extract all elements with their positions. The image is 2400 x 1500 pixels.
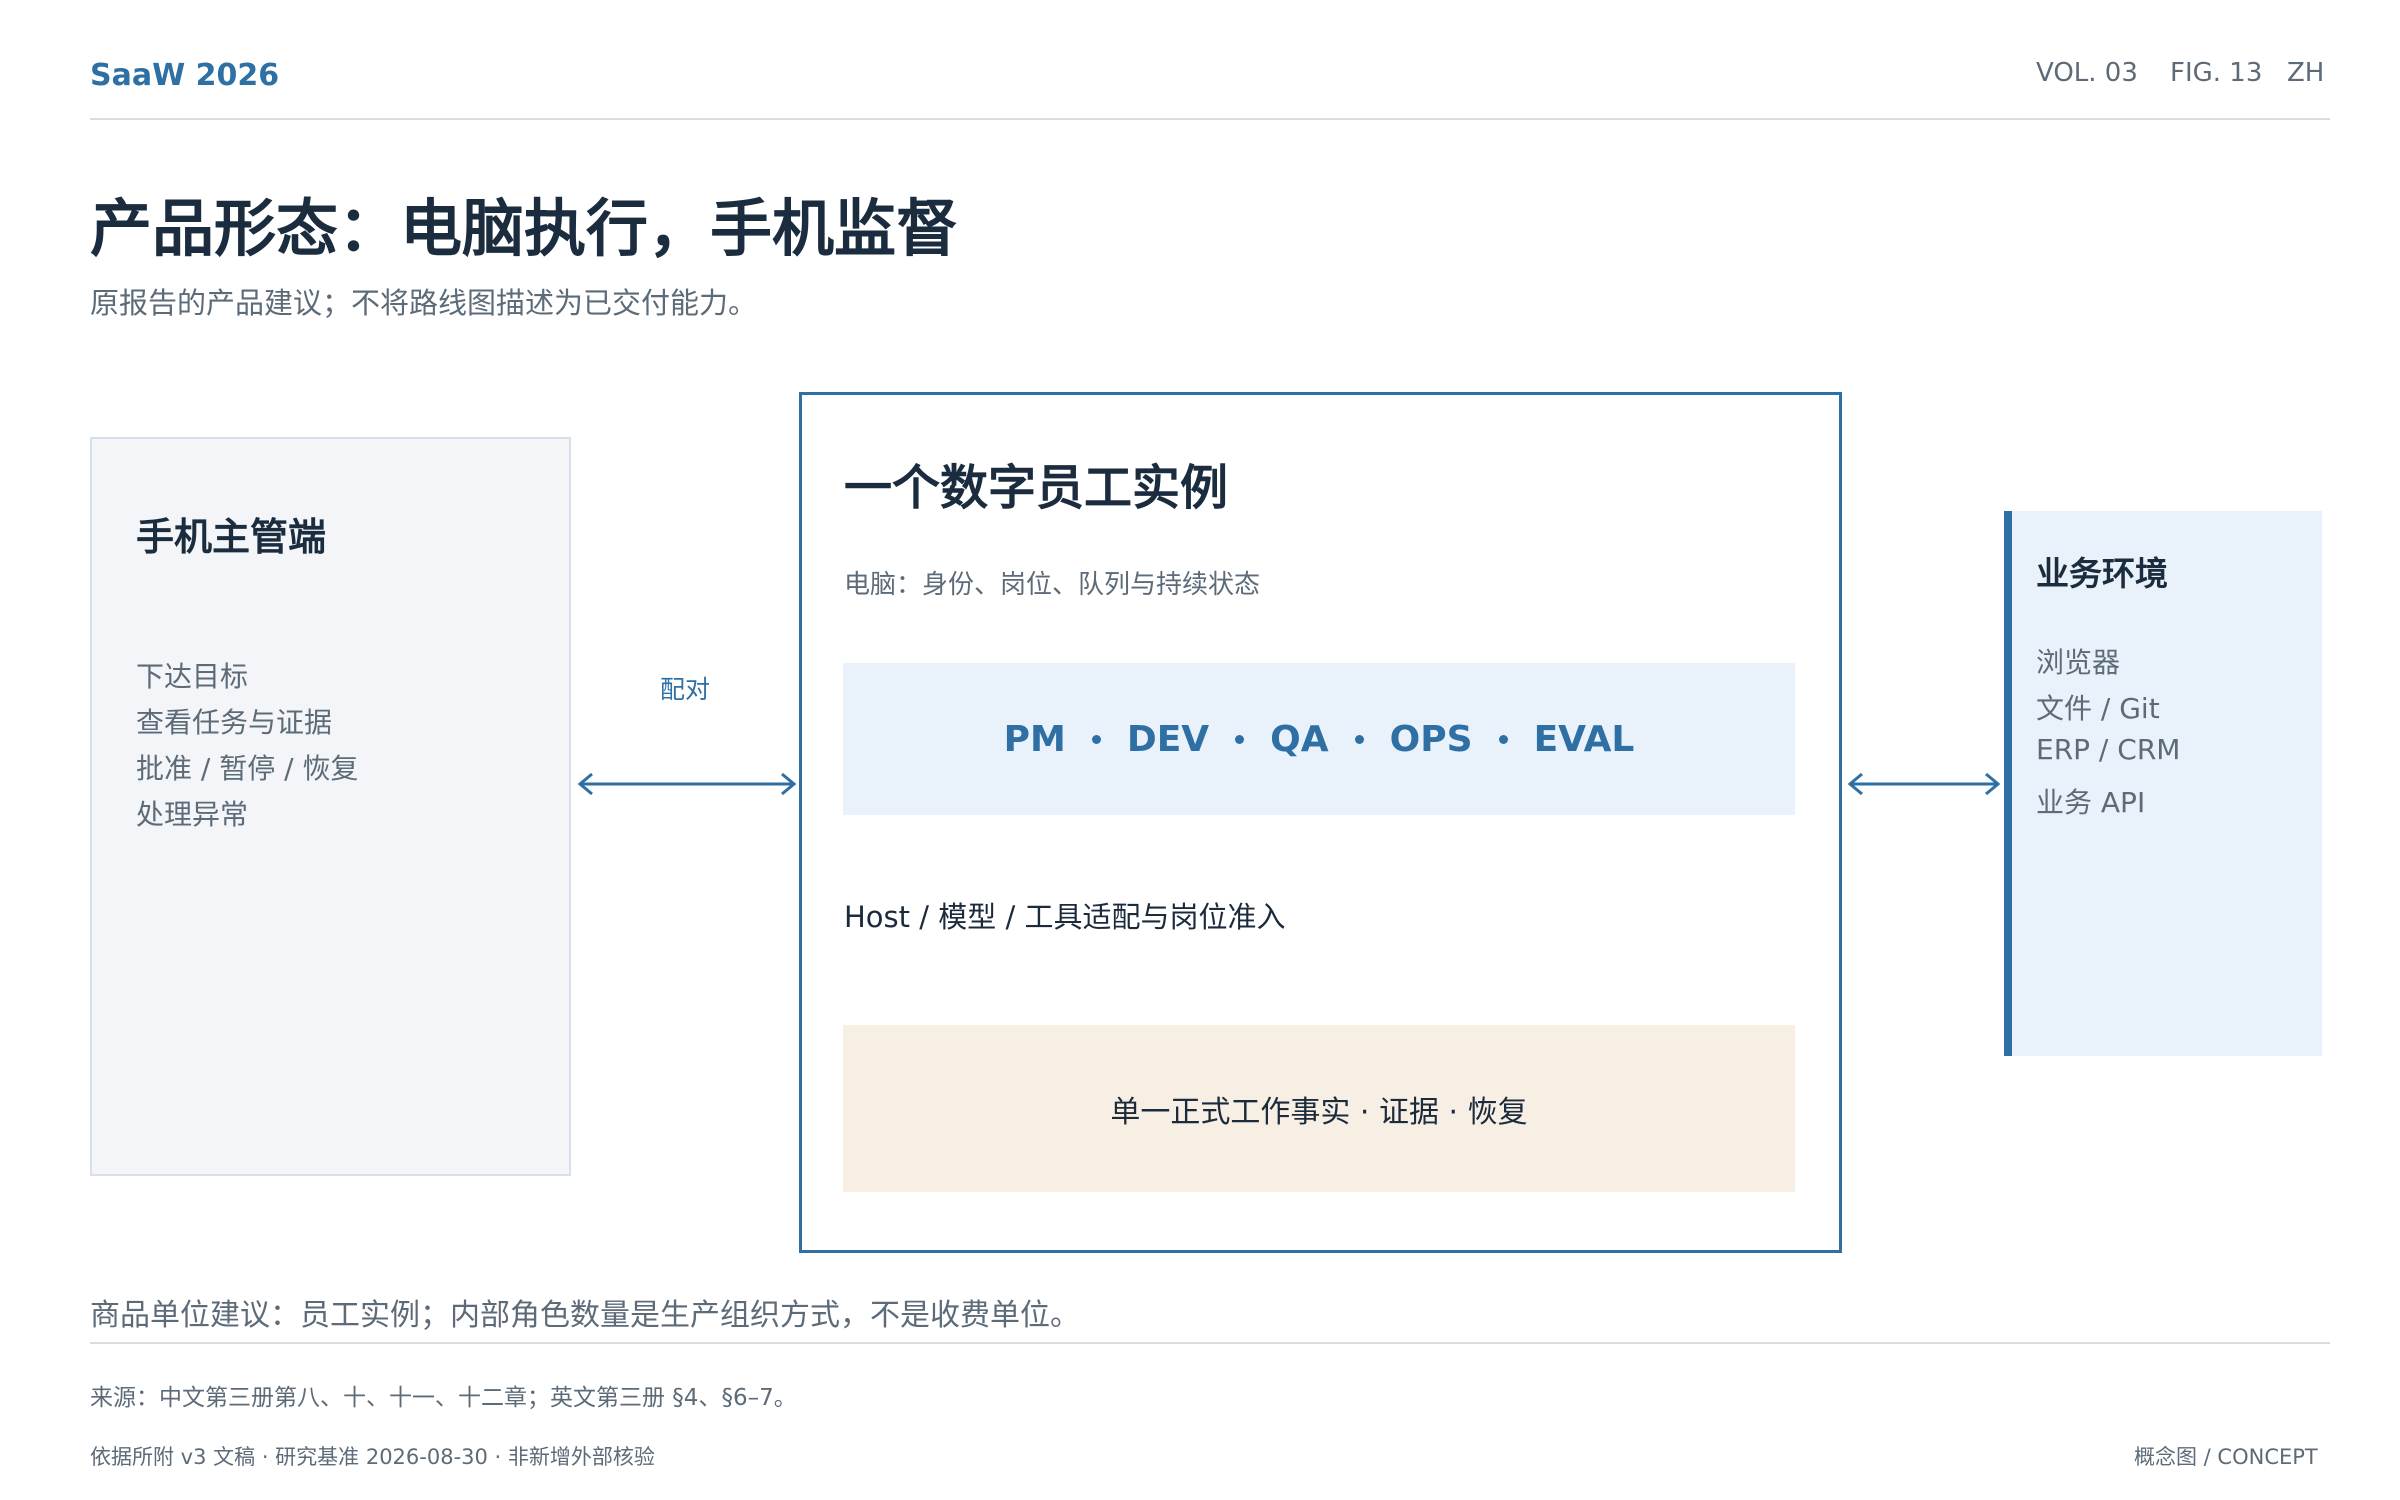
separator-dot	[1354, 734, 1364, 744]
language-label: ZH	[2287, 58, 2325, 88]
environment-item: 浏览器	[2036, 646, 2121, 679]
business-environment-accent	[2004, 511, 2012, 1056]
environment-arrow	[1847, 772, 2001, 796]
environment-item: 业务 API	[2036, 786, 2146, 819]
role-label: PM	[1003, 718, 1066, 760]
phone-item: 查看任务与证据	[136, 706, 333, 739]
footer-divider	[90, 1342, 2330, 1344]
page-title: 产品形态：电脑执行，手机监督	[90, 192, 959, 265]
role-label: EVAL	[1533, 718, 1635, 760]
separator-dot	[1091, 734, 1101, 744]
environment-item: ERP / CRM	[2036, 733, 2181, 766]
source-note: 来源：中文第三册第八、十、十一、十二章；英文第三册 §4、§6–7。	[90, 1385, 797, 1411]
work-fact-text: 单一正式工作事实 · 证据 · 恢复	[1110, 1094, 1528, 1130]
role-label: OPS	[1389, 718, 1473, 760]
separator-dot	[1498, 734, 1508, 744]
phone-item: 下达目标	[136, 660, 249, 693]
phone-supervisor-title: 手机主管端	[136, 515, 327, 559]
volume-label: VOL. 03	[2036, 58, 2138, 88]
concept-label: 概念图 / CONCEPT	[2134, 1445, 2318, 1469]
host-adapter-line: Host / 模型 / 工具适配与岗位准入	[844, 900, 1286, 934]
instance-subtitle: 电脑：身份、岗位、队列与持续状态	[844, 570, 1261, 600]
basis-note: 依据所附 v3 文稿 · 研究基准 2026-08-30 · 非新增外部核验	[90, 1445, 655, 1469]
phone-item: 批准 / 暂停 / 恢复	[136, 752, 359, 785]
figure-label: FIG. 13	[2170, 58, 2263, 88]
page-subtitle: 原报告的产品建议；不将路线图描述为已交付能力。	[90, 286, 758, 320]
roles-row: PM DEV QA OPS EVAL	[843, 663, 1795, 815]
role-label: DEV	[1126, 718, 1210, 760]
business-environment-title: 业务环境	[2036, 554, 2168, 593]
pairing-label: 配对	[660, 675, 711, 704]
role-label: QA	[1270, 718, 1329, 760]
environment-item: 文件 / Git	[2036, 692, 2160, 725]
unit-footnote: 商品单位建议：员工实例；内部角色数量是生产组织方式，不是收费单位。	[90, 1298, 1080, 1333]
instance-title: 一个数字员工实例	[844, 460, 1229, 516]
brand-label: SaaW 2026	[90, 58, 280, 93]
header-divider	[90, 118, 2330, 120]
pairing-arrow	[577, 772, 797, 796]
separator-dot	[1235, 734, 1245, 744]
phone-item: 处理异常	[136, 798, 249, 831]
